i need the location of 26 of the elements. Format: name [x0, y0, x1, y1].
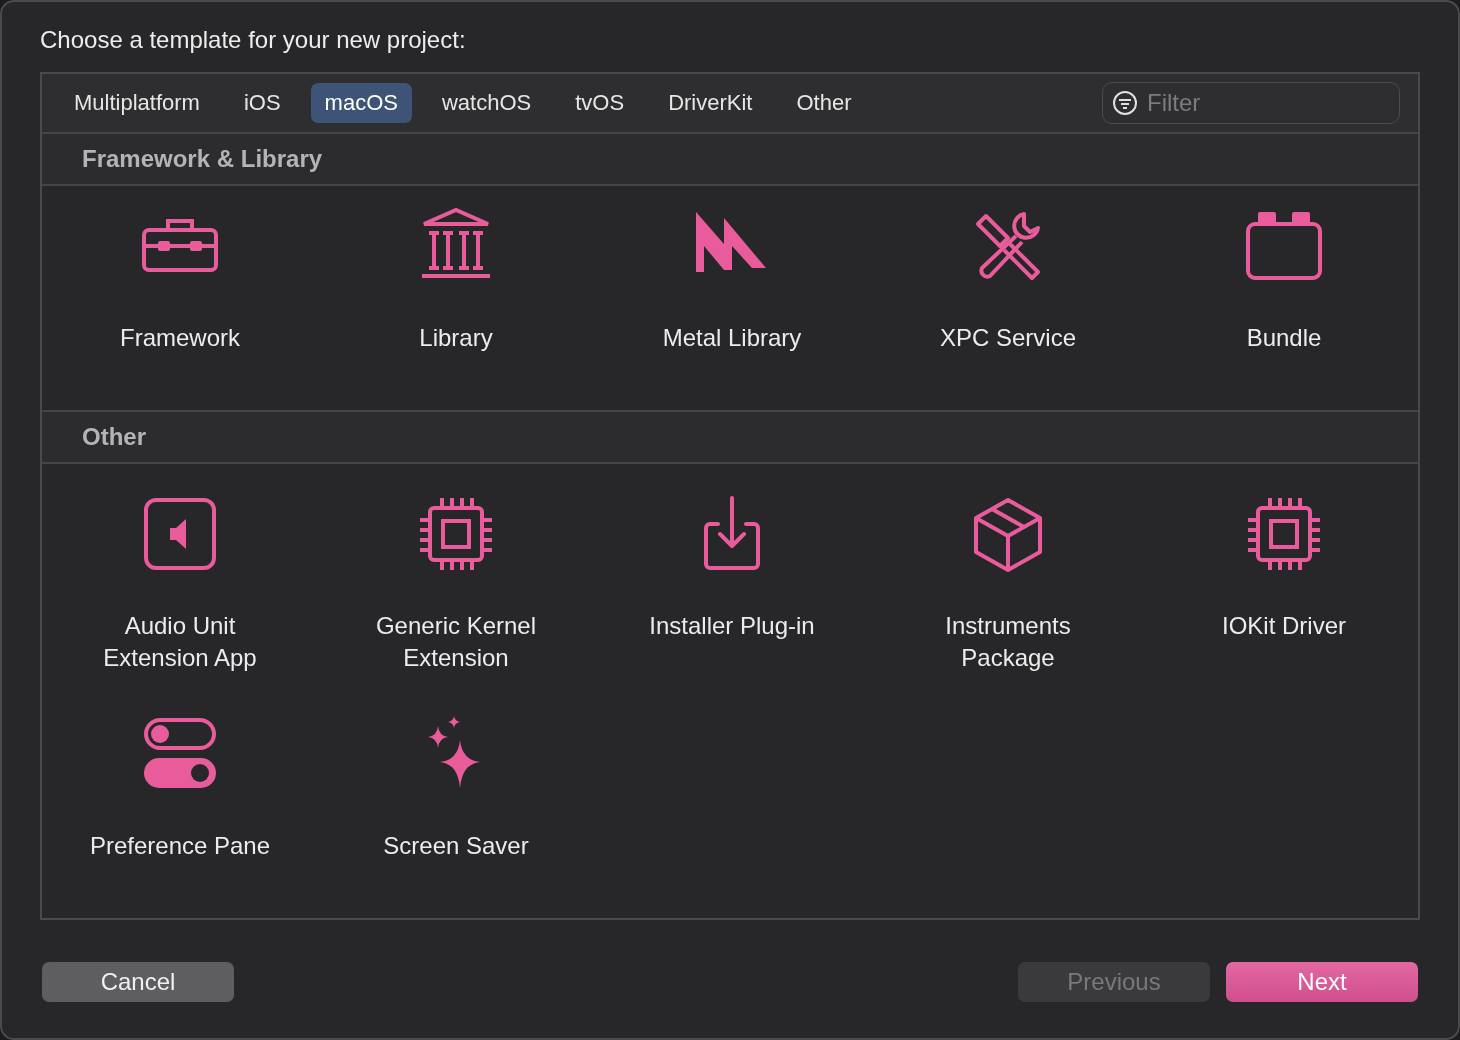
template-label[interactable]: Library — [362, 322, 550, 354]
cancel-button[interactable]: Cancel — [42, 962, 234, 1002]
template-label[interactable]: Preference Pane — [86, 830, 274, 862]
platform-tab[interactable]: DriverKit — [654, 83, 767, 123]
filter-icon — [1112, 90, 1138, 116]
template-label[interactable]: Bundle — [1190, 322, 1378, 354]
platform-tab[interactable]: Multiplatform — [60, 83, 214, 123]
platform-tab[interactable]: iOS — [229, 83, 295, 123]
section-title: Other — [82, 423, 146, 451]
template-label[interactable]: Metal Library — [638, 322, 826, 354]
platform-tab[interactable]: watchOS — [427, 83, 546, 123]
template-label[interactable]: Generic Kernel Extension — [362, 610, 550, 674]
template-label[interactable]: XPC Service — [914, 322, 1102, 354]
platform-tab[interactable]: tvOS — [561, 83, 639, 123]
template-label[interactable]: Framework — [86, 322, 274, 354]
template-label[interactable]: Installer Plug-in — [638, 610, 826, 642]
filter-field[interactable]: Filter — [1102, 82, 1400, 124]
template-label[interactable]: Screen Saver — [362, 830, 550, 862]
template-label[interactable]: Instruments Package — [914, 610, 1102, 674]
template-label[interactable]: IOKit Driver — [1190, 610, 1378, 642]
dialog-title: Choose a template for your new project: — [39, 25, 467, 55]
platform-tab[interactable]: Other — [782, 83, 866, 123]
platform-tab[interactable]: macOS — [310, 83, 412, 123]
next-button[interactable]: Next — [1226, 962, 1418, 1002]
template-label[interactable]: Audio Unit Extension App — [86, 610, 274, 674]
section-title: Framework & Library — [82, 145, 323, 173]
